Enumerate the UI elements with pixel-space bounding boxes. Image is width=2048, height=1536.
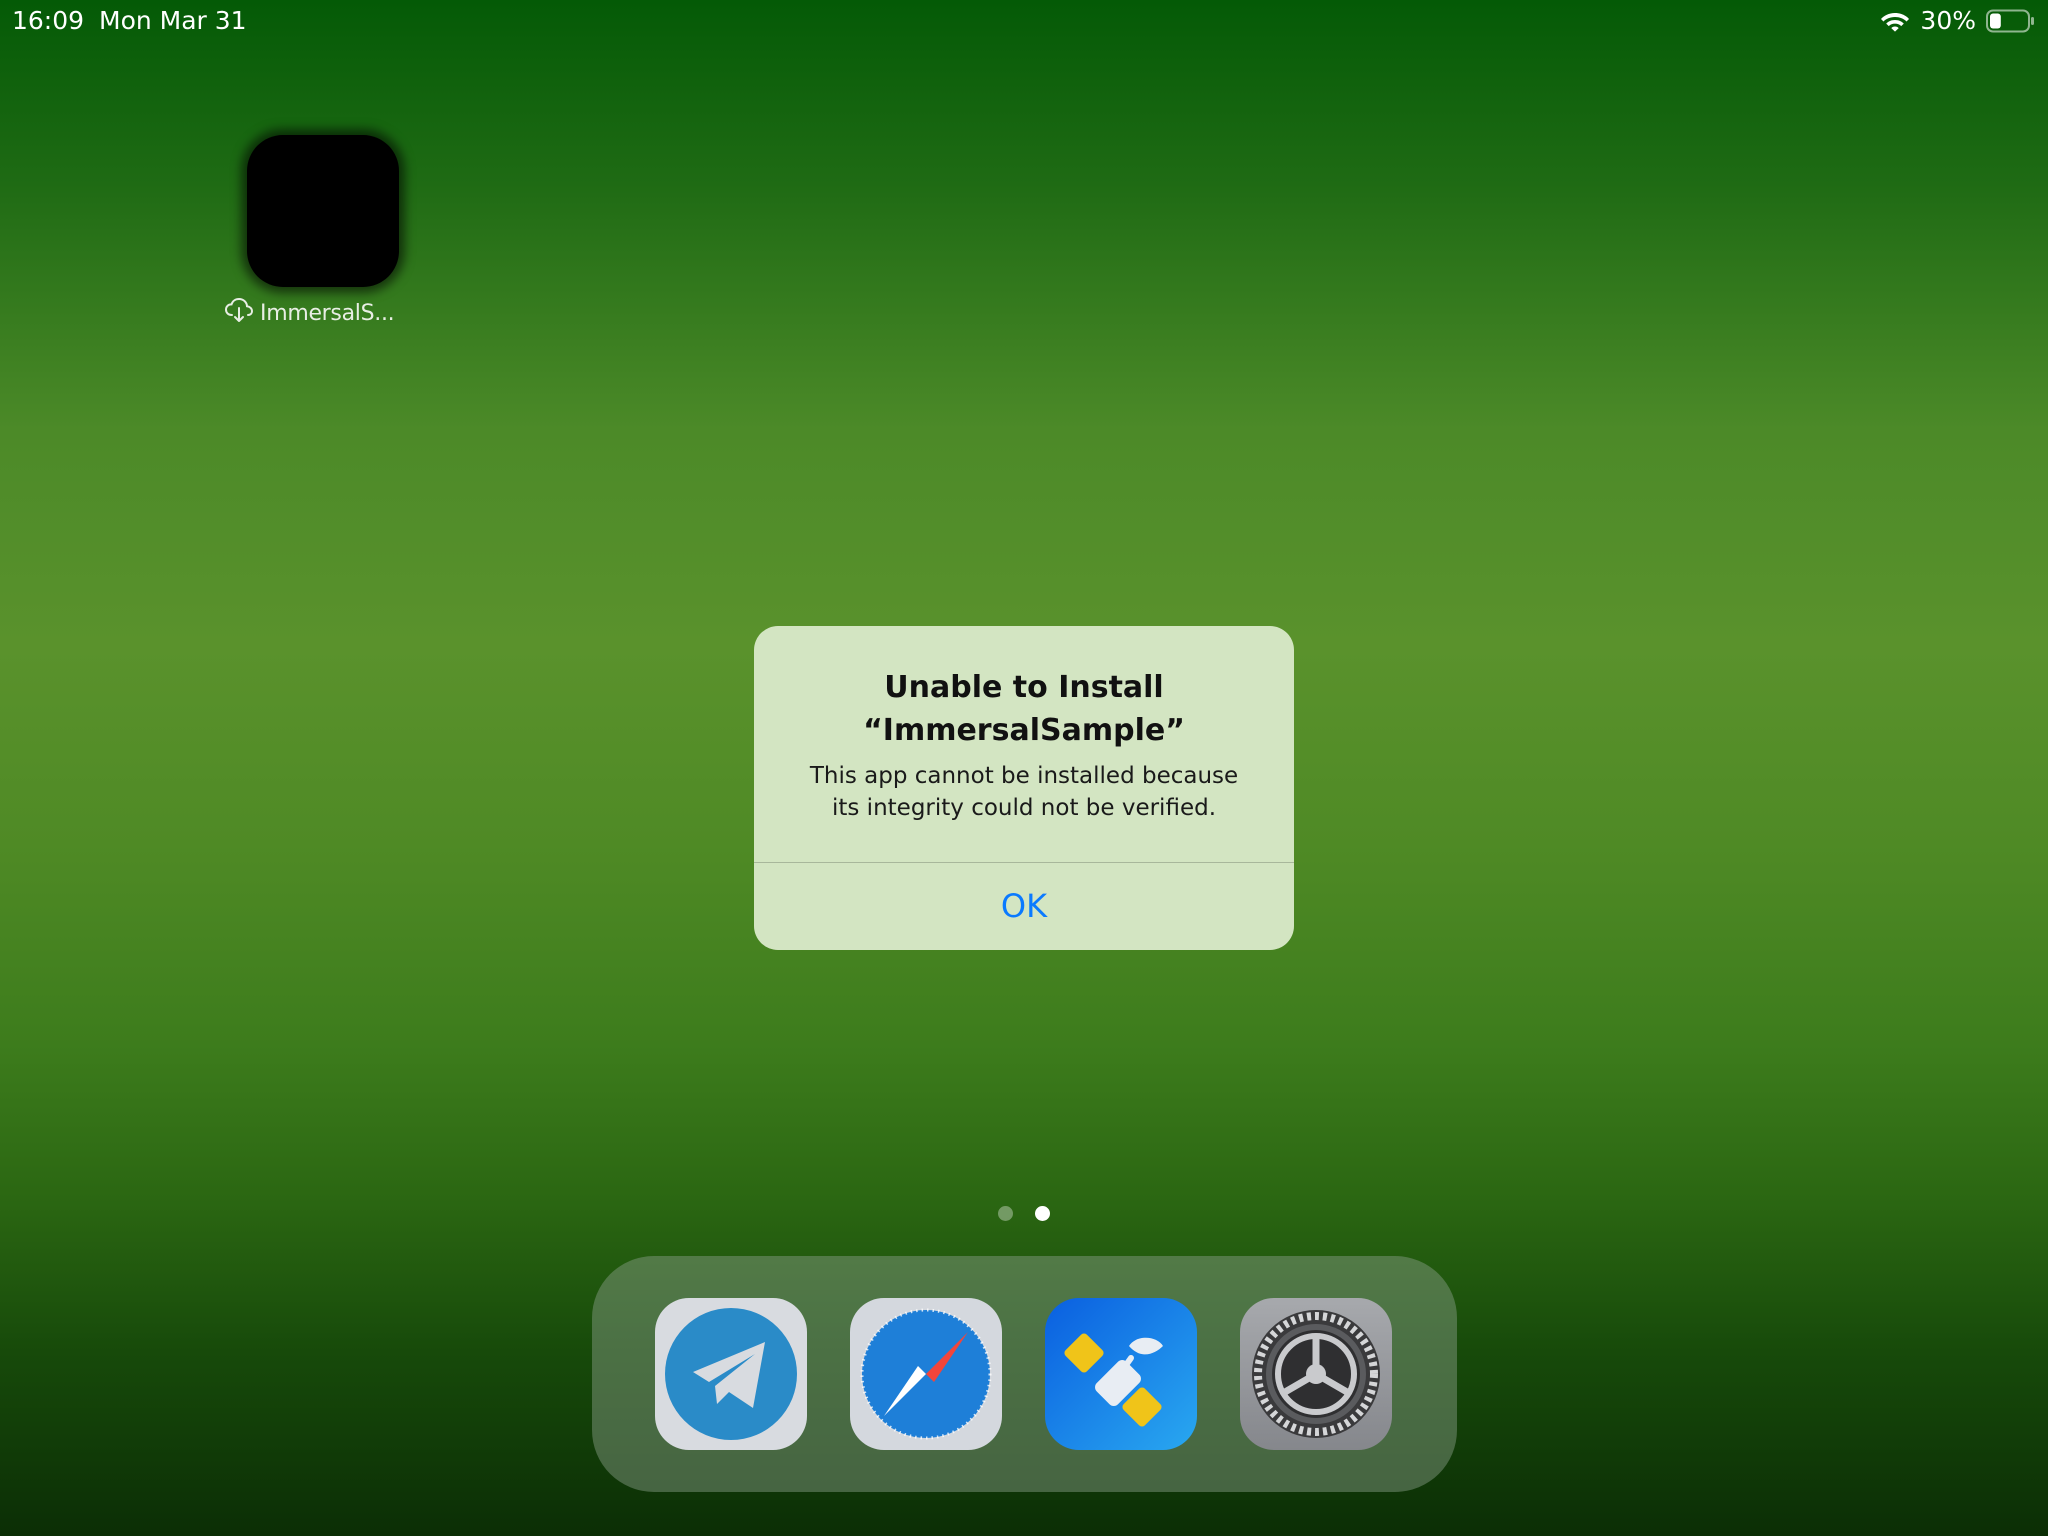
status-date: Mon Mar 31	[99, 6, 247, 35]
satellite-app-icon[interactable]	[1045, 1298, 1197, 1450]
status-time: 16:09	[12, 6, 85, 35]
settings-icon[interactable]	[1240, 1298, 1392, 1450]
status-bar: 16:09 Mon Mar 31 30%	[0, 0, 2048, 40]
battery-icon	[1986, 9, 2036, 33]
cloud-download-icon	[224, 297, 254, 329]
page-indicator[interactable]	[998, 1206, 1050, 1221]
alert-message: This app cannot be installed because its…	[809, 763, 1239, 821]
safari-icon[interactable]	[850, 1298, 1002, 1450]
telegram-icon[interactable]	[655, 1298, 807, 1450]
battery-percent: 30%	[1920, 6, 1976, 35]
install-error-alert: Unable to Install “ImmersalSample” This …	[754, 626, 1294, 950]
dock	[592, 1256, 1457, 1492]
wifi-icon	[1880, 9, 1910, 33]
ok-button[interactable]: OK	[754, 863, 1294, 950]
app-icon-tile[interactable]	[247, 135, 399, 287]
app-label-text: ImmersalS...	[260, 300, 395, 326]
app-label-immersalsample: ImmersalS...	[224, 297, 395, 329]
page-dot-2[interactable]	[1035, 1206, 1050, 1221]
app-icon-immersalsample[interactable]	[247, 135, 399, 287]
page-dot-1[interactable]	[998, 1206, 1013, 1221]
status-indicators: 30%	[1880, 6, 2036, 35]
alert-title: Unable to Install “ImmersalSample”	[863, 670, 1185, 748]
